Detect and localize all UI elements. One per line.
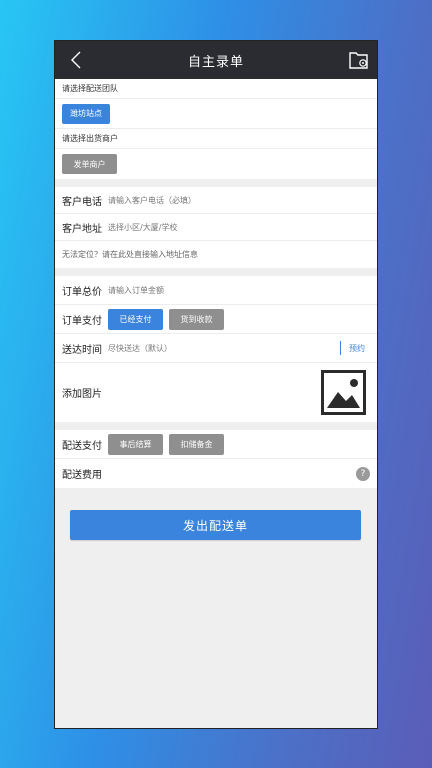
time-row[interactable]: 送达时间 尽快送达（默认） 预约 bbox=[55, 334, 377, 363]
delivery-section: 配送支付 事后结算 扣储备金 配送费用 ? bbox=[55, 430, 377, 488]
top-bar: 自主录单 bbox=[55, 41, 377, 79]
selection-section: 请选择配送团队 潍坊站点 请选择出货商户 发单商户 bbox=[55, 79, 377, 179]
cod-button[interactable]: 货到收款 bbox=[169, 308, 224, 330]
address-input[interactable]: 选择小区/大厦/学校 bbox=[108, 222, 177, 233]
delivery-pay-label: 配送支付 bbox=[62, 440, 102, 452]
divider bbox=[55, 268, 377, 276]
folder-settings-icon[interactable] bbox=[349, 51, 369, 69]
total-input[interactable]: 请输入订单金额 bbox=[108, 285, 164, 296]
divider bbox=[55, 422, 377, 430]
paid-button[interactable]: 已经支付 bbox=[108, 308, 163, 330]
locate-hint[interactable]: 无法定位？请在此处直接输入地址信息 bbox=[62, 249, 198, 260]
team-button[interactable]: 潍坊站点 bbox=[62, 103, 110, 124]
customer-section: 客户电话 请输入客户电话（必填） 客户地址 选择小区/大厦/学校 无法定位？请在… bbox=[55, 187, 377, 268]
reserve-button[interactable]: 预约 bbox=[349, 343, 365, 354]
image-row: 添加图片 bbox=[55, 363, 377, 422]
deduct-reserve-button[interactable]: 扣储备金 bbox=[169, 433, 224, 455]
total-label: 订单总价 bbox=[62, 286, 102, 298]
merchant-button-row: 发单商户 bbox=[55, 149, 377, 179]
help-icon[interactable]: ? bbox=[356, 466, 370, 481]
merchant-button[interactable]: 发单商户 bbox=[62, 154, 117, 174]
payment-row: 订单支付 已经支付 货到收款 bbox=[55, 305, 377, 334]
phone-input[interactable]: 请输入客户电话（必填） bbox=[108, 195, 196, 206]
merchant-label: 请选择出货商户 bbox=[62, 134, 118, 143]
address-label: 客户地址 bbox=[62, 223, 102, 235]
time-value[interactable]: 尽快送达（默认） bbox=[108, 343, 172, 354]
delivery-fee-label: 配送费用 bbox=[62, 470, 102, 481]
phone-screen: 自主录单 请选择配送团队 潍坊站点 请选择出货商户 发单商户 客户电话 请输入客… bbox=[54, 40, 378, 729]
settle-later-button[interactable]: 事后结算 bbox=[108, 433, 163, 455]
reserve-control[interactable]: 预约 bbox=[340, 341, 370, 355]
page-title: 自主录单 bbox=[187, 54, 244, 70]
payment-label: 订单支付 bbox=[62, 315, 102, 327]
address-row[interactable]: 客户地址 选择小区/大厦/学校 bbox=[55, 214, 377, 241]
phone-row[interactable]: 客户电话 请输入客户电话（必填） bbox=[55, 187, 377, 214]
reserve-divider bbox=[340, 341, 341, 355]
team-label-row: 请选择配送团队 bbox=[55, 79, 377, 99]
submit-button[interactable]: 发出配送单 bbox=[70, 510, 361, 540]
team-button-row: 潍坊站点 bbox=[55, 99, 377, 129]
time-label: 送达时间 bbox=[62, 344, 102, 356]
delivery-pay-row: 配送支付 事后结算 扣储备金 bbox=[55, 430, 377, 459]
image-placeholder-icon[interactable] bbox=[321, 370, 366, 415]
delivery-fee-row: 配送费用 ? bbox=[55, 459, 377, 488]
locate-hint-row[interactable]: 无法定位？请在此处直接输入地址信息 bbox=[55, 241, 377, 268]
order-section: 订单总价 请输入订单金额 订单支付 已经支付 货到收款 送达时间 尽快送达（默认… bbox=[55, 276, 377, 422]
total-row[interactable]: 订单总价 请输入订单金额 bbox=[55, 276, 377, 305]
chevron-left-icon[interactable] bbox=[69, 50, 85, 70]
team-label: 请选择配送团队 bbox=[62, 84, 118, 93]
merchant-label-row: 请选择出货商户 bbox=[55, 129, 377, 149]
phone-label: 客户电话 bbox=[62, 196, 102, 208]
image-label: 添加图片 bbox=[62, 389, 102, 400]
divider bbox=[55, 179, 377, 187]
